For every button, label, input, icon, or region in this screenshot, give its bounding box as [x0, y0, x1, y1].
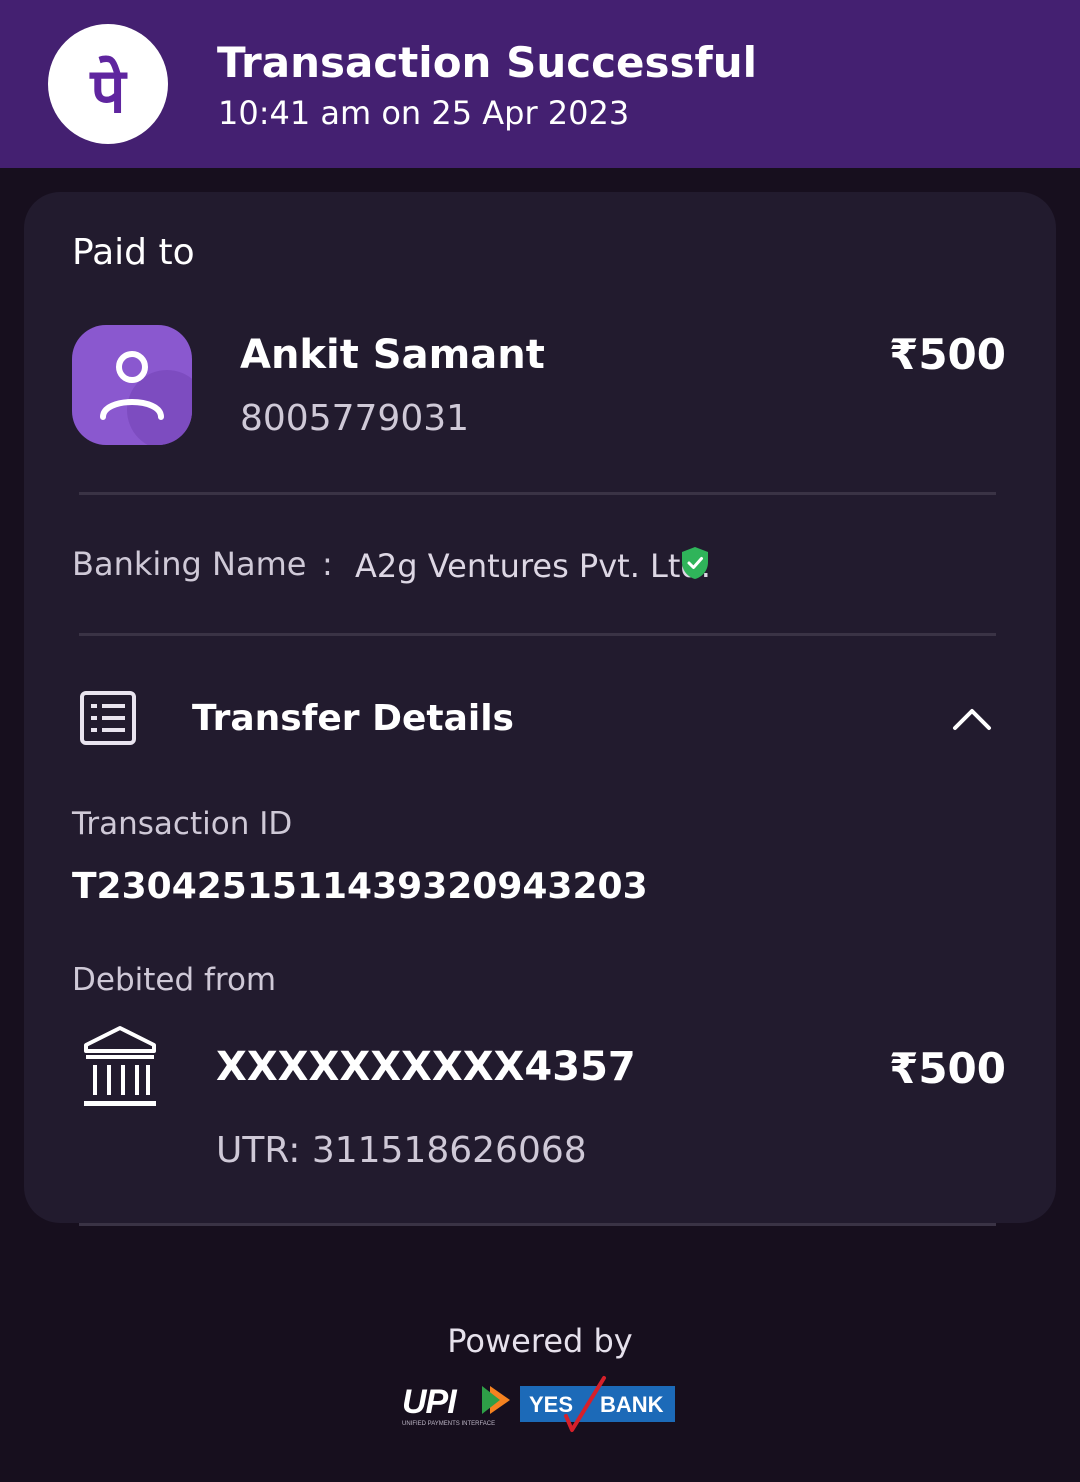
paid-to-label: Paid to	[72, 232, 195, 273]
upi-logo: UPI UNIFIED PAYMENTS INTERFACE	[402, 1383, 510, 1427]
transaction-id-value[interactable]: T2304251511439320943203	[72, 866, 648, 907]
banking-name-value: A2g Ventures Pvt. Ltd.	[355, 547, 711, 585]
payee-phone: 8005779031	[240, 398, 470, 439]
debited-amount: ₹500	[889, 1044, 1006, 1093]
transfer-details-title: Transfer Details	[192, 698, 514, 739]
transaction-status-title: Transaction Successful	[217, 38, 758, 87]
debited-account-number: XXXXXXXXXX4357	[216, 1044, 636, 1090]
chevron-up-icon[interactable]	[950, 700, 994, 736]
yes-bank-logo: YES BANK	[520, 1376, 675, 1432]
transaction-id-label: Transaction ID	[72, 806, 293, 842]
status-header: पे Transaction Successful 10:41 am on 25…	[0, 0, 1080, 168]
svg-text:UNIFIED PAYMENTS INTERFACE: UNIFIED PAYMENTS INTERFACE	[402, 1421, 495, 1427]
receipt-list-icon	[80, 691, 136, 745]
verified-shield-icon	[682, 547, 708, 579]
phonepe-logo-icon: पे	[48, 24, 168, 144]
transaction-timestamp: 10:41 am on 25 Apr 2023	[218, 94, 630, 132]
svg-text:UPI: UPI	[402, 1383, 458, 1421]
powered-by-label: Powered by	[447, 1322, 633, 1360]
divider	[79, 633, 996, 636]
utr-number[interactable]: UTR: 311518626068	[216, 1130, 587, 1171]
divider	[79, 492, 996, 495]
payee-name: Ankit Samant	[240, 332, 545, 378]
payment-amount: ₹500	[889, 330, 1006, 379]
banking-name-label: Banking Name	[72, 545, 307, 583]
divider	[79, 1223, 996, 1226]
user-icon	[72, 325, 192, 445]
svg-text:पे: पे	[89, 54, 128, 127]
banking-name-separator: :	[322, 545, 333, 583]
debited-from-label: Debited from	[72, 962, 277, 998]
bank-icon	[84, 1026, 156, 1106]
